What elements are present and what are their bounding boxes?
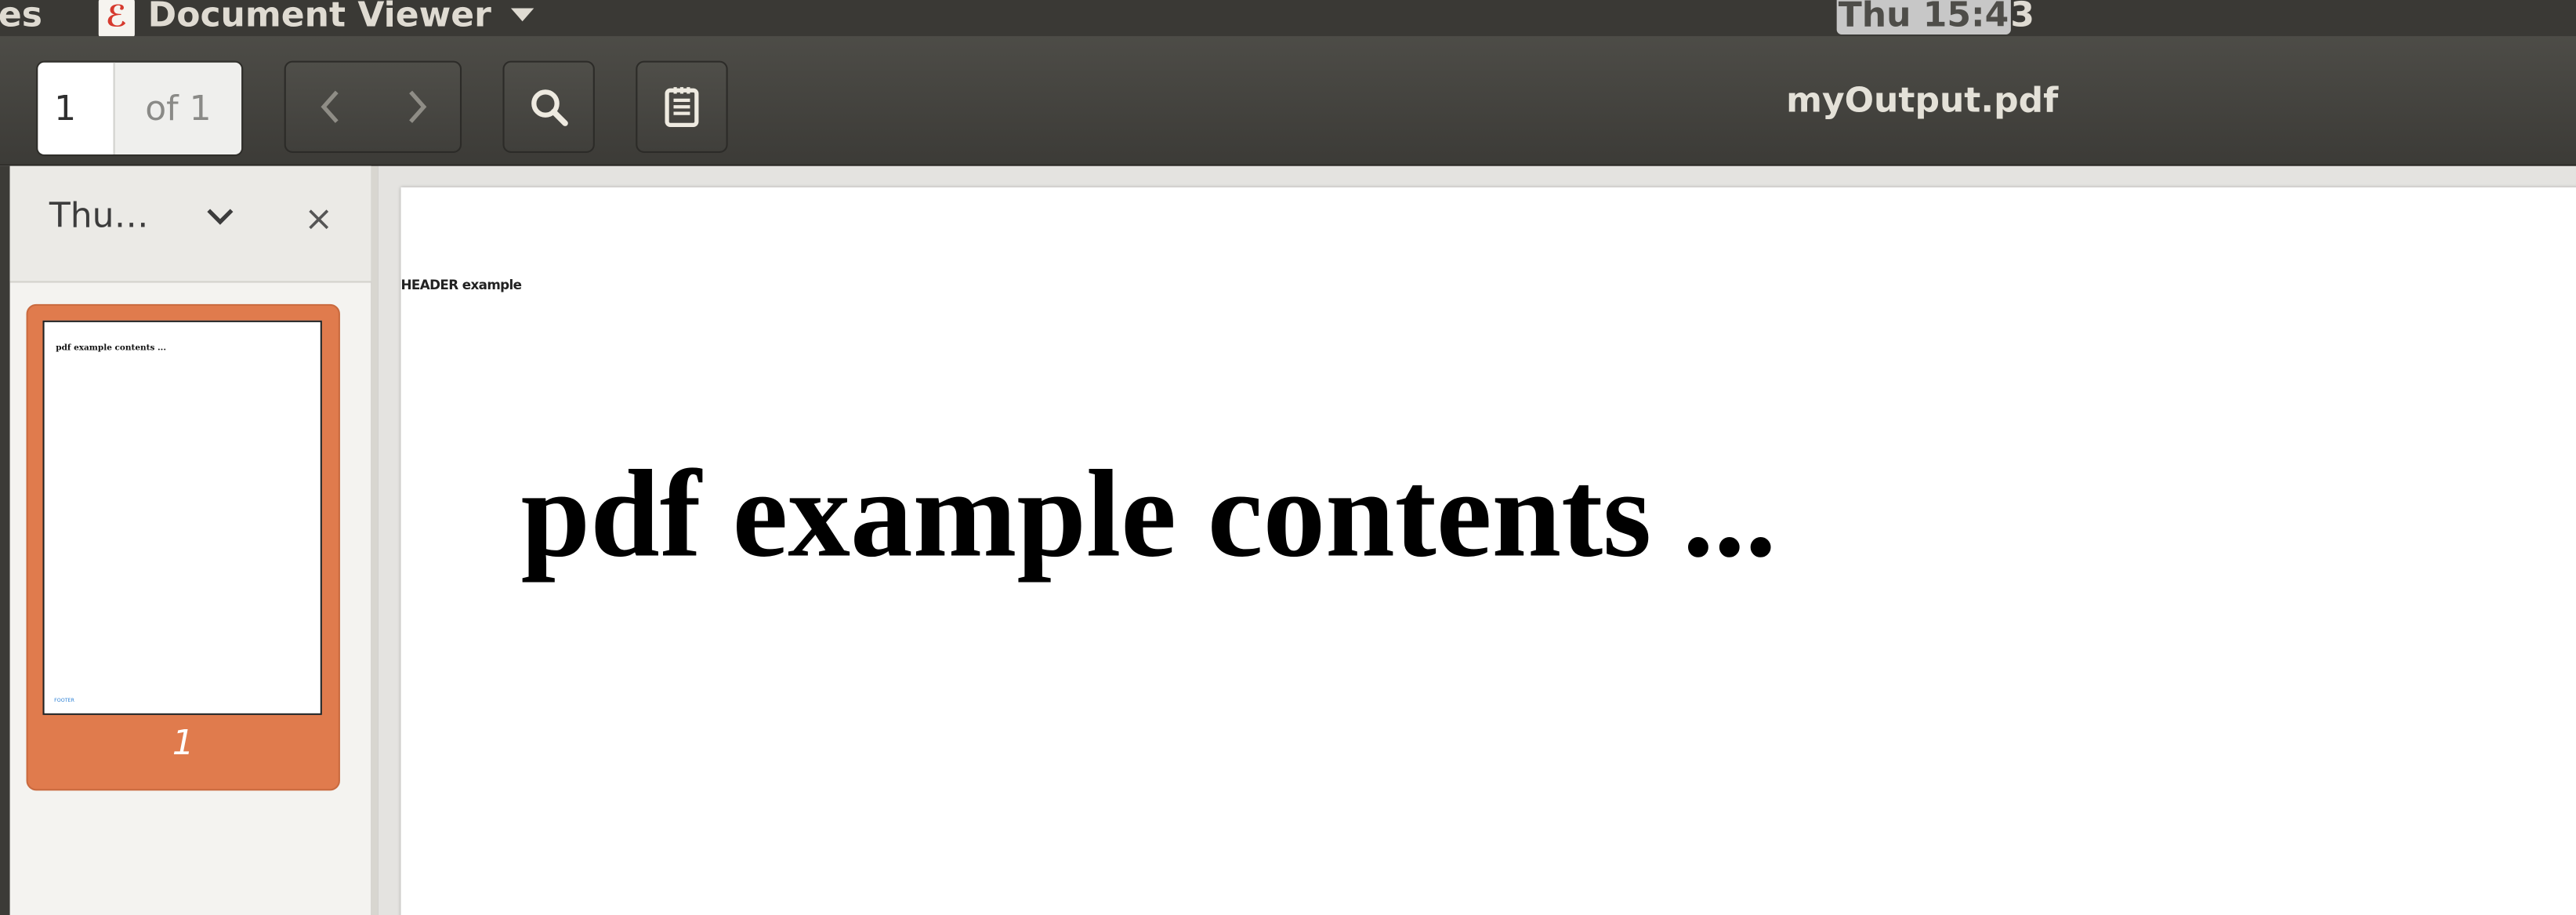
page-header-text: HEADER example <box>400 278 522 293</box>
clock-time-suffix: 3 <box>2010 0 2035 35</box>
notes-icon <box>665 87 699 127</box>
chevron-left-icon <box>320 90 338 123</box>
page-heading: pdf example contents ... <box>520 445 1777 584</box>
sidebar-header: Thu… × <box>9 165 371 283</box>
chevron-right-icon <box>408 90 426 123</box>
page-selector: of 1 <box>36 60 244 157</box>
close-icon[interactable]: × <box>299 199 339 238</box>
thumbnail-page-1[interactable]: pdf example contents ... FOOTER 1 <box>26 303 340 791</box>
thumbnail-footer-text: FOOTER <box>54 696 74 704</box>
thumbnail-preview: pdf example contents ... FOOTER <box>42 320 322 715</box>
sidebar-mode-select[interactable]: Thu… <box>49 195 149 234</box>
activities-button[interactable]: es <box>0 0 42 39</box>
app-menu-label: Document Viewer <box>147 0 491 35</box>
top-panel: es ℰ Document Viewer Thu 15:43 <box>0 0 2576 39</box>
document-title: myOutput.pdf <box>1786 80 2059 121</box>
clock[interactable]: Thu 15:43 <box>1836 0 2035 39</box>
page-navigation <box>284 60 462 153</box>
document-viewer-icon: ℰ <box>98 0 135 38</box>
chevron-down-icon[interactable] <box>204 205 237 228</box>
thumbnail-preview-text: pdf example contents ... <box>56 343 166 354</box>
search-button[interactable] <box>502 60 595 153</box>
document-page: HEADER example pdf example contents ... <box>400 187 2576 915</box>
page-total-label: of 1 <box>113 62 242 155</box>
next-page-button[interactable] <box>373 63 460 151</box>
search-icon <box>531 89 568 126</box>
clock-time: Thu 15:4 <box>1836 0 2011 35</box>
app-menu[interactable]: ℰ Document Viewer <box>98 0 534 39</box>
thumbnail-page-number: 1 <box>172 723 194 763</box>
document-view[interactable]: HEADER example pdf example contents ... <box>378 165 2576 915</box>
previous-page-button[interactable] <box>286 63 373 151</box>
annotations-button[interactable] <box>636 60 728 153</box>
sidebar: Thu… × pdf example contents ... FOOTER 1 <box>0 165 371 915</box>
caret-down-icon <box>510 8 534 22</box>
sidebar-splitter[interactable] <box>371 165 379 915</box>
document-viewer-window: es ℰ Document Viewer Thu 15:43 of 1 <box>0 0 2576 915</box>
page-number-input[interactable] <box>38 62 114 155</box>
